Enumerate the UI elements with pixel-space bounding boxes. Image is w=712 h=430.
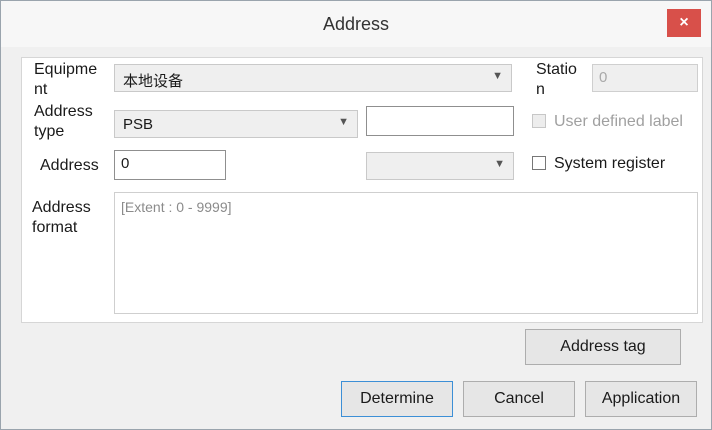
close-icon: ×	[679, 14, 689, 31]
station-label: Statio n	[536, 61, 577, 98]
dialog-title: Address	[322, 14, 390, 34]
address-combo-select[interactable]: ▼	[366, 152, 514, 180]
determine-button[interactable]: Determine	[341, 381, 453, 417]
cancel-button[interactable]: Cancel	[463, 381, 575, 417]
system-register-checkbox[interactable]	[532, 156, 546, 170]
address-field[interactable]: 0	[114, 150, 226, 180]
address-type-label: Address type	[34, 103, 93, 140]
address-type-select[interactable]: PSB ▼	[114, 110, 358, 138]
address-type-extra-field[interactable]	[366, 106, 514, 136]
address-tag-button[interactable]: Address tag	[525, 329, 681, 365]
address-format-box: [Extent : 0 - 9999]	[114, 192, 698, 314]
address-format-label: Address format	[32, 199, 91, 236]
station-field: 0	[592, 64, 698, 92]
address-type-select-value: PSB	[123, 116, 154, 133]
address-label: Address	[40, 157, 99, 174]
application-button[interactable]: Application	[585, 381, 697, 417]
user-defined-label-text: User defined label	[554, 113, 683, 130]
close-button[interactable]: ×	[667, 9, 701, 37]
chevron-down-icon: ▼	[494, 158, 505, 170]
address-settings-group: Equipme nt 本地设备 ▼ Statio n 0 Address typ…	[21, 57, 703, 323]
equipment-select[interactable]: 本地设备 ▼	[114, 64, 512, 92]
system-register-label: System register	[554, 155, 666, 172]
address-format-hint: [Extent : 0 - 9999]	[121, 199, 232, 215]
title-bar: Address ×	[1, 1, 711, 47]
equipment-label: Equipme nt	[34, 61, 98, 98]
address-dialog: Address × Equipme nt 本地设备 ▼ Statio n 0 A…	[0, 0, 712, 430]
chevron-down-icon: ▼	[492, 70, 503, 82]
equipment-select-value: 本地设备	[123, 73, 184, 90]
chevron-down-icon: ▼	[338, 116, 349, 128]
user-defined-label-checkbox	[532, 114, 546, 128]
